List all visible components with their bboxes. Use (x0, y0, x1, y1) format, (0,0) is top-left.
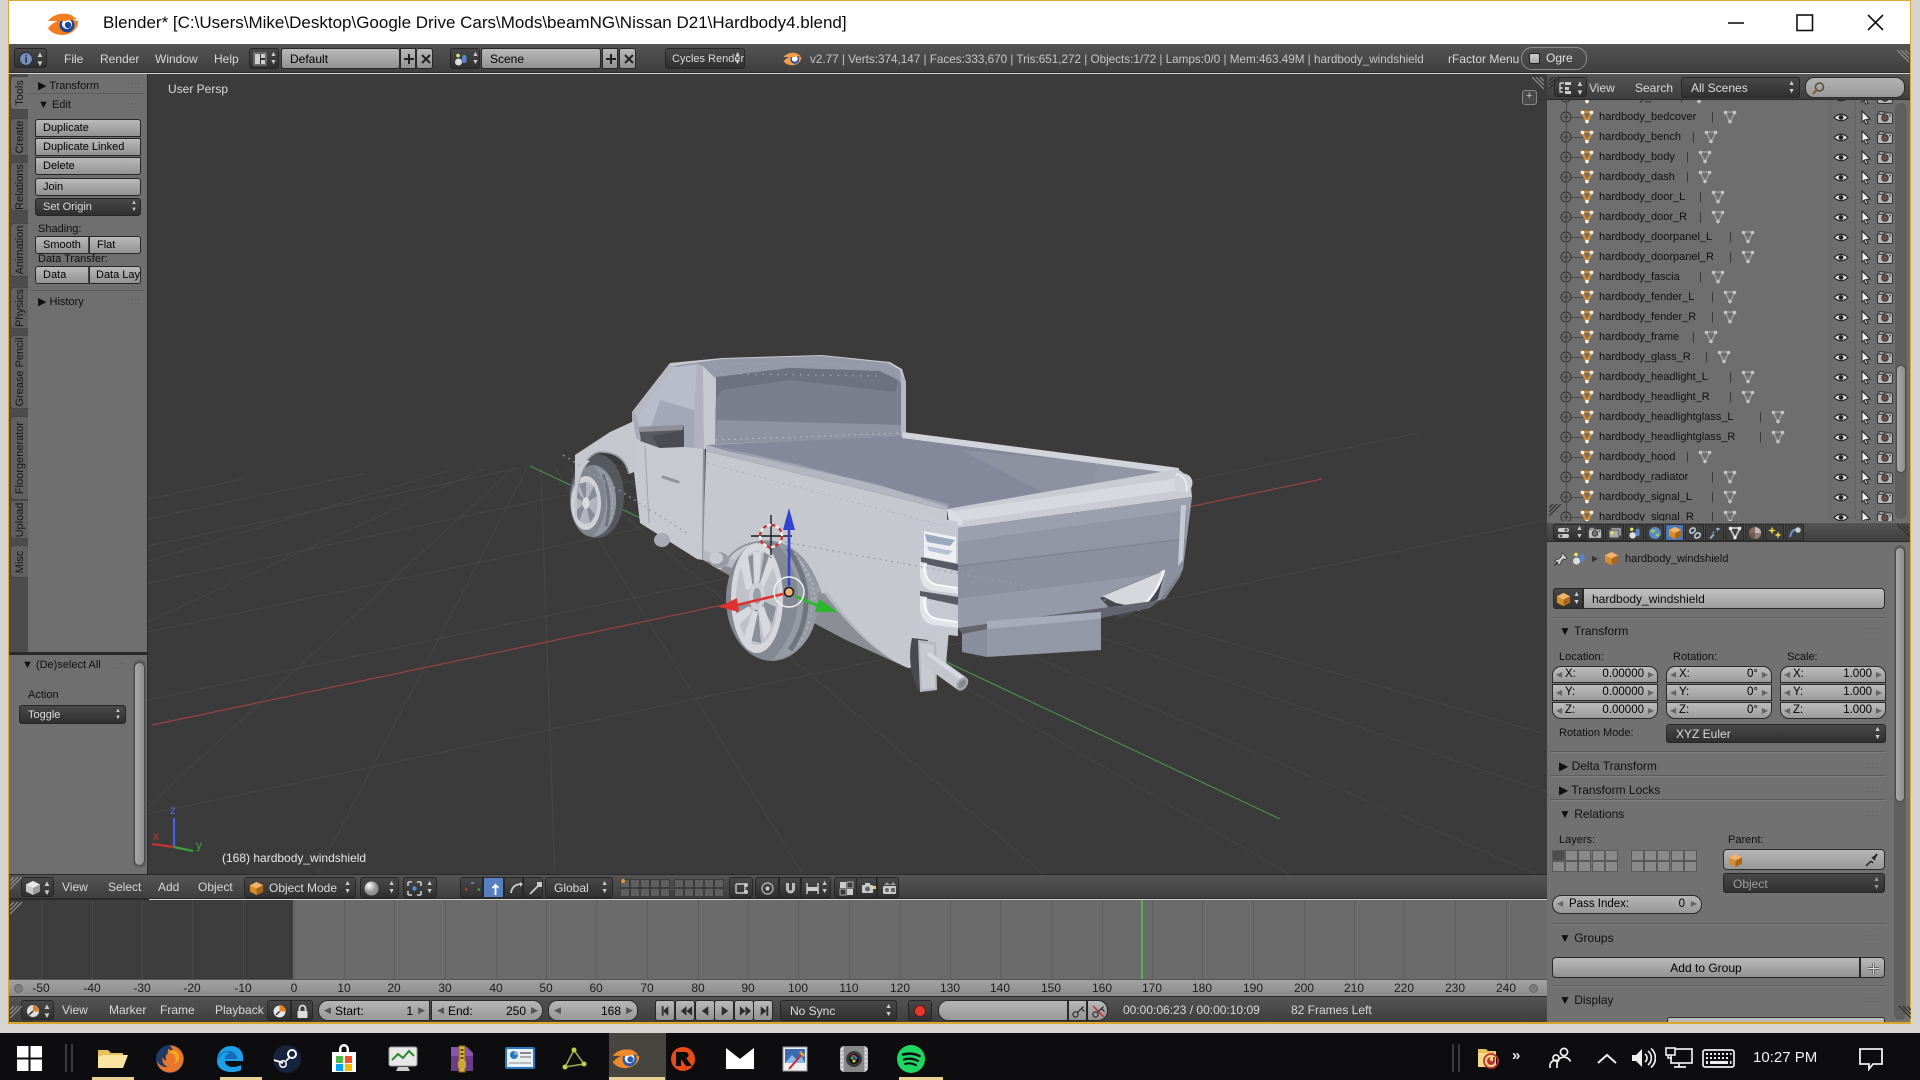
svg-text:(168) hardbody_windshield: (168) hardbody_windshield (222, 851, 366, 865)
svg-text:y: y (196, 838, 202, 852)
svg-text:z: z (170, 803, 176, 817)
svg-text:i: i (25, 55, 28, 66)
svg-text:x: x (153, 829, 159, 843)
svg-text:User Persp: User Persp (168, 82, 228, 96)
